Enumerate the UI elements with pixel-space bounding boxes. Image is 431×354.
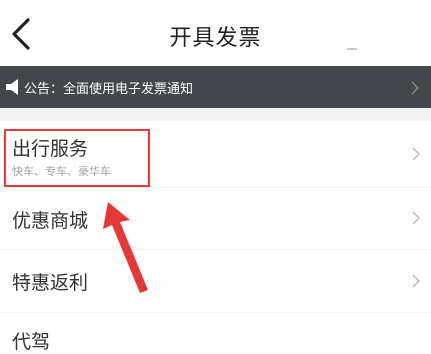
header-divider-mark (347, 48, 357, 50)
chevron-right-icon (412, 211, 420, 225)
page-title: 开具发票 (169, 26, 262, 51)
list-item-designated-driver[interactable]: 代驾 (0, 313, 431, 353)
chevron-right-icon (412, 147, 420, 161)
speaker-icon (6, 79, 18, 95)
list-item-subtitle: 快车、专车、豪华车 (12, 165, 111, 178)
list-item-discount-mall[interactable]: 优惠商城 (0, 188, 431, 249)
chevron-right-icon (412, 274, 420, 288)
list-item-label: 优惠商城 (12, 210, 89, 232)
list-item-special-rebate[interactable]: 特惠返利 (0, 250, 431, 312)
list-item-travel-service[interactable]: 出行服务 快车、专车、豪华车 (0, 121, 431, 187)
list-item-label: 出行服务 (12, 138, 89, 160)
notice-text: 公告：全面使用电子发票通知 (24, 82, 194, 97)
list-item-label: 特惠返利 (12, 272, 89, 294)
chevron-right-icon (411, 81, 419, 95)
header-bar: 开具发票 (0, 0, 431, 66)
notice-banner[interactable]: 公告：全面使用电子发票通知 (0, 66, 431, 108)
